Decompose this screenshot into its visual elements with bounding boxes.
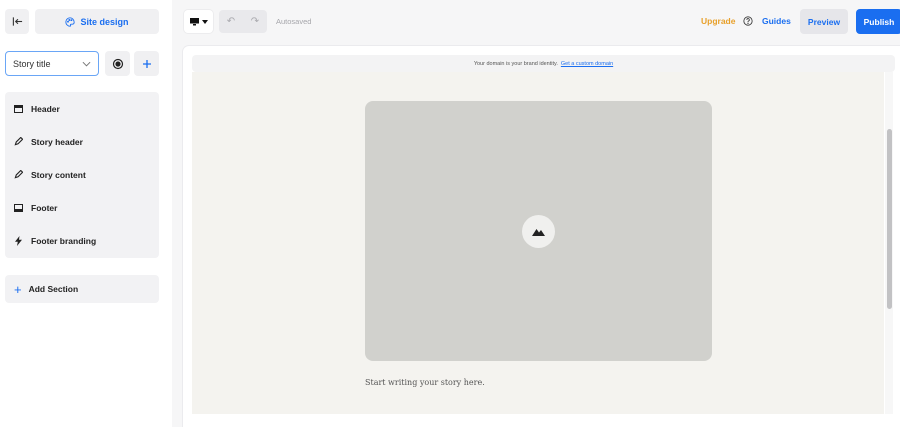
caret-down-icon (201, 19, 208, 24)
palette-icon (65, 16, 76, 27)
site-design-button[interactable]: Site design (35, 9, 159, 34)
device-preview-toggle[interactable] (184, 10, 213, 33)
scrollbar-thumb[interactable] (887, 129, 892, 309)
undo-redo-group: ↶ ↷ (219, 10, 267, 33)
pencil-icon (13, 137, 23, 147)
chevron-down-icon (82, 61, 91, 67)
domain-notice-bar: Your domain is your brand identity. Get … (192, 55, 895, 72)
add-story-button[interactable] (134, 51, 159, 76)
collapse-sidebar-button[interactable] (5, 9, 29, 34)
mountain-image-icon (532, 228, 545, 236)
section-item-footer[interactable]: Footer (5, 192, 159, 225)
plus-icon: + (14, 281, 22, 297)
image-upload-circle (522, 214, 555, 248)
custom-domain-link[interactable]: Get a custom domain (561, 61, 613, 67)
undo-icon[interactable]: ↶ (227, 16, 235, 27)
domain-notice-text: Your domain is your brand identity. (473, 60, 558, 67)
add-section-label: Add Section (28, 284, 79, 294)
layout-header-icon (13, 104, 23, 114)
pencil-icon (13, 170, 23, 180)
layout-footer-icon (13, 203, 23, 213)
section-label: Footer branding (31, 236, 97, 247)
preview-button[interactable]: Preview (800, 9, 848, 34)
section-item-story-content[interactable]: Story content (5, 158, 159, 191)
section-item-story-header[interactable]: Story header (5, 125, 159, 158)
section-label: Header (31, 103, 60, 114)
site-design-label: Site design (80, 16, 129, 27)
upgrade-link[interactable]: Upgrade (701, 16, 735, 26)
help-icon[interactable] (743, 16, 753, 26)
story-select[interactable]: Story title (5, 51, 99, 76)
story-body-placeholder[interactable]: Start writing your story here. (365, 378, 485, 387)
story-settings-button[interactable] (105, 51, 130, 76)
lightning-icon (13, 236, 23, 247)
section-item-header[interactable]: Header (5, 92, 159, 125)
section-label: Story content (31, 169, 86, 180)
add-section-button[interactable]: + Add Section (5, 275, 159, 303)
section-list: Header Story header Story content Footer… (5, 92, 159, 258)
section-label: Story header (31, 136, 83, 147)
autosave-status: Autosaved (276, 17, 312, 26)
top-toolbar: ↶ ↷ Autosaved Upgrade Guides Preview Pub… (172, 0, 900, 44)
image-placeholder[interactable] (365, 101, 712, 361)
desktop-icon (189, 17, 199, 25)
exit-panel-icon (12, 17, 22, 26)
publish-button[interactable]: Publish (856, 9, 900, 34)
story-preview: Start writing your story here. (192, 72, 884, 414)
story-select-value: Story title (13, 58, 51, 69)
guides-link[interactable]: Guides (762, 16, 791, 26)
editor-canvas: Your domain is your brand identity. Get … (183, 46, 900, 427)
sidebar: Site design Story title Header Story hea… (0, 0, 172, 427)
target-icon (112, 58, 123, 69)
section-label: Footer (31, 203, 58, 214)
plus-icon (142, 59, 151, 68)
section-item-footer-branding[interactable]: Footer branding (5, 225, 159, 258)
redo-icon[interactable]: ↷ (251, 16, 259, 27)
